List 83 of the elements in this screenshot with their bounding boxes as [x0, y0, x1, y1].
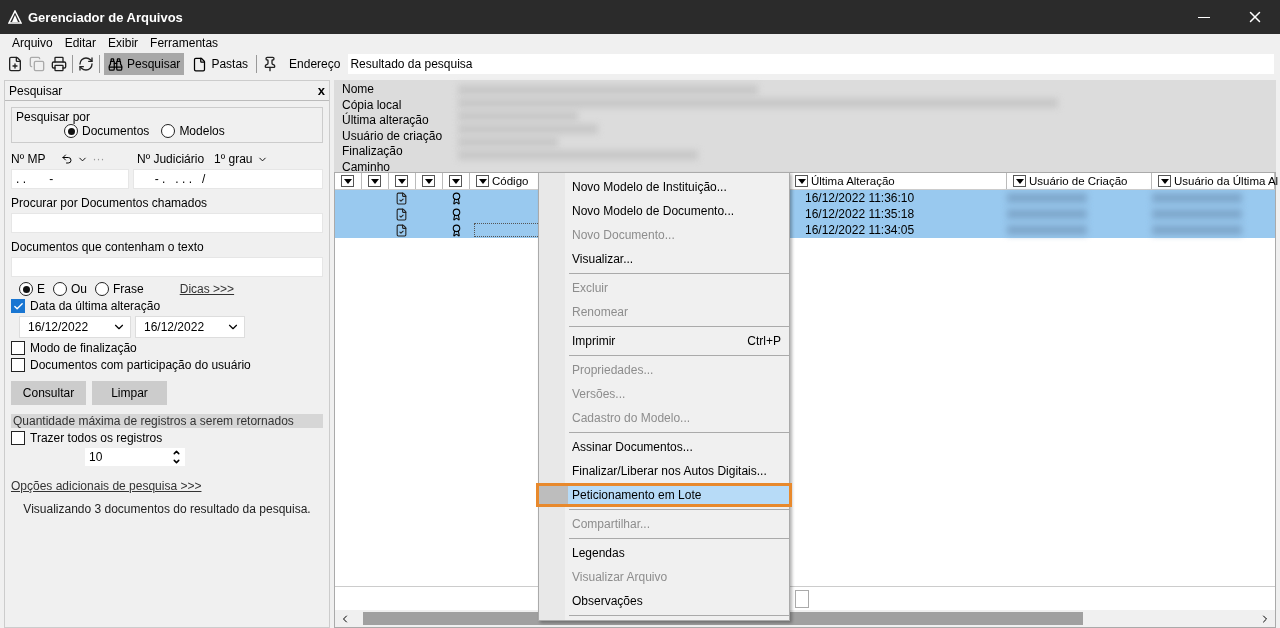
column-header[interactable]: Usuário de Criação: [1007, 173, 1152, 189]
filter-dropdown-icon[interactable]: [449, 175, 462, 187]
judicial-number-field[interactable]: - . . . . /: [133, 169, 323, 189]
context-menu-item[interactable]: Assinar Documentos...: [539, 435, 789, 459]
refresh-button[interactable]: [77, 55, 95, 73]
detail-label: Caminho: [342, 159, 392, 175]
status-text: Visualizando 3 documentos do resultado da pesquisa.: [22, 502, 312, 516]
menu-item[interactable]: Editar: [64, 36, 97, 50]
checkbox-label: Data da última alteração: [30, 299, 161, 313]
date-to-combo[interactable]: 16/12/2022: [135, 316, 245, 338]
tips-link[interactable]: Dicas >>>: [179, 282, 235, 296]
checkbox[interactable]: [11, 431, 25, 445]
section-header: Quantidade máxima de registros a serem retornados: [11, 414, 323, 428]
minimize-icon[interactable]: [1198, 16, 1210, 18]
filter-dropdown-icon[interactable]: [476, 175, 489, 187]
app-logo-icon: [8, 10, 22, 24]
ribbon-icon: [450, 207, 463, 221]
toolbar-toggle-button[interactable]: Pastas: [188, 53, 253, 75]
table-cell-text: 16/12/2022 11:36:10: [804, 190, 916, 206]
menu-item[interactable]: Ferramentas: [150, 36, 219, 50]
context-menu-item[interactable]: Visualizar...: [539, 247, 789, 271]
small-field: [795, 589, 809, 608]
window-title: Gerenciador de Arquivos: [28, 9, 183, 25]
radio-button[interactable]: Documentos: [64, 124, 150, 138]
context-menu-item[interactable]: Imprimir Ctrl+P: [539, 329, 789, 353]
context-menu-item[interactable]: Observações: [539, 589, 789, 613]
filter-dropdown-icon[interactable]: [1013, 175, 1026, 187]
action-button[interactable]: Consultar: [11, 381, 86, 405]
field-label: Nº MP: [11, 152, 46, 166]
filter-dropdown-icon[interactable]: [1158, 175, 1171, 187]
mp-number-field[interactable]: . . -: [11, 169, 129, 189]
radio-button[interactable]: Modelos: [161, 124, 225, 138]
name-field[interactable]: [11, 213, 323, 233]
field-label: Nº Judiciário: [137, 152, 205, 166]
grade-label: 1º grau: [214, 152, 253, 166]
filter-dropdown-icon[interactable]: [368, 175, 381, 187]
ribbon-icon: [450, 223, 463, 237]
toolbar-toggle-button[interactable]: Pesquisar: [104, 53, 185, 75]
binoculars-icon: [108, 56, 123, 72]
detail-label: Cópia local: [342, 97, 403, 112]
menu-item[interactable]: Exibir: [108, 36, 139, 50]
text-field[interactable]: [11, 257, 323, 277]
radio-button[interactable]: Ou: [53, 282, 88, 296]
menu-item[interactable]: Arquivo: [12, 36, 53, 50]
checkbox-label: Documentos com participação do usuário: [30, 358, 251, 372]
document-check-icon: [395, 207, 408, 221]
filter-dropdown-icon[interactable]: [341, 175, 354, 187]
action-button[interactable]: Limpar: [92, 381, 167, 405]
address-field[interactable]: Resultado da pesquisa: [348, 54, 1274, 74]
date-from-combo[interactable]: 16/12/2022: [19, 316, 131, 338]
checkbox[interactable]: [11, 358, 25, 372]
checkbox[interactable]: [11, 341, 25, 355]
close-button[interactable]: x: [317, 83, 325, 98]
filter-dropdown-icon[interactable]: [795, 175, 808, 187]
detail-label: Usuário de criação: [342, 128, 443, 144]
print-button[interactable]: [50, 55, 68, 73]
detail-label: Última alteração: [342, 113, 430, 129]
filter-dropdown-icon[interactable]: [395, 175, 408, 187]
context-menu-item[interactable]: Finalizar/Liberar nos Autos Digitais...: [539, 459, 789, 483]
new-file-button[interactable]: [6, 55, 24, 73]
checkbox-label: Modo de finalização: [30, 341, 137, 355]
file-icon: [192, 56, 208, 72]
context-menu-item[interactable]: Legendas: [539, 541, 789, 565]
count-spinner[interactable]: 10: [85, 448, 185, 466]
group-label: Pesquisar por: [16, 110, 92, 124]
filter-dropdown-icon[interactable]: [422, 175, 435, 187]
back-icon[interactable]: [61, 153, 74, 165]
ribbon-icon: [450, 191, 463, 205]
field-label: Documentos que contenham o texto: [11, 240, 205, 254]
field-label: Procurar por Documentos chamados: [11, 196, 209, 210]
table-cell-text: 16/12/2022 11:35:18: [804, 206, 916, 222]
radio-button[interactable]: Frase: [95, 282, 144, 296]
detail-label: Finalização: [342, 144, 404, 160]
context-menu-item[interactable]: Peticionamento em Lote: [536, 483, 792, 507]
document-check-icon: [395, 191, 408, 205]
more-options-link[interactable]: Opções adicionais de pesquisa >>>: [11, 479, 323, 493]
panel-title: Pesquisar: [9, 83, 63, 98]
address-label: Endereço: [289, 57, 341, 71]
checkbox[interactable]: [11, 299, 25, 313]
detail-label: Nome: [342, 82, 375, 98]
document-check-icon: [395, 223, 408, 237]
table-cell-text: 16/12/2022 11:34:05: [804, 222, 916, 238]
checkbox-label: Trazer todos os registros: [30, 431, 163, 445]
